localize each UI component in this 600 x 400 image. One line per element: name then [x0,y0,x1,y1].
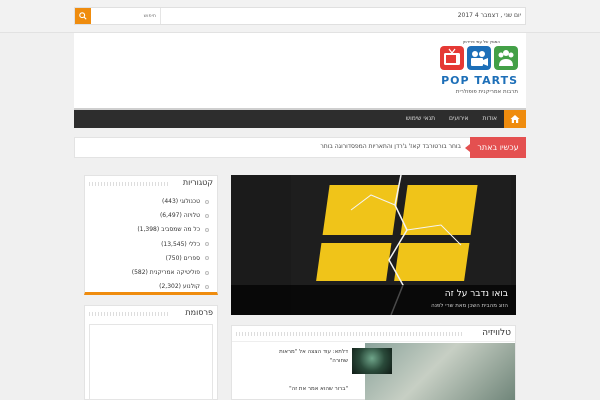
people-icon [494,46,518,70]
list-item[interactable]: ספרים (750) [89,252,209,266]
widget-divider [89,312,169,316]
search-input[interactable] [91,8,161,24]
folder-icon [205,284,209,289]
search-button[interactable] [75,8,91,24]
category-list: טכנולוגי (443) טלויזה (6,497) כל מה שמסב… [89,195,209,294]
ads-widget: פרסומת [84,305,218,400]
nav-item-about[interactable]: אודות [476,110,505,128]
tv-section: טלוויזיה דלתא: עוד הצצה אל "מראות שחורה"… [231,325,516,400]
slider-subtitle: הזוג מהבית השכן מאת שרי לפנה [431,303,508,309]
folder-icon [205,227,209,232]
tv-item-title[interactable]: דלתא: עוד הצצה אל "מראות שחורה" [274,348,348,366]
folder-icon [205,199,209,204]
list-item[interactable]: כל מה שמסביב (1,398) [89,223,209,237]
category-label: טלויזה (6,497) [159,212,200,220]
list-item[interactable]: כללי (13,545) [89,238,209,252]
top-bar: יום שני , דצמבר 4 2017 [0,0,600,33]
breaking-news-label: עכשיו באתר [465,137,526,158]
site-header: המגזין של עמי פרידמן POP TARTS תרבות אמר… [74,33,526,108]
section-divider [236,332,463,336]
category-label: טכנולוגי (443) [161,198,200,205]
folder-icon [205,213,209,218]
list-item[interactable]: טכנולוגי (443) [89,195,209,209]
slider-caption: בואו נדבר על זה הזוג מהבית השכן מאת שרי … [231,285,516,315]
widget-divider [89,182,169,186]
ad-slot[interactable] [89,324,213,400]
date-label: יום שני , דצמבר 4 2017 [457,12,521,19]
category-label: כל מה שמסביב (1,398) [137,226,200,234]
tv-section-title[interactable]: טלוויזיה [478,328,511,338]
tv-item-title-2[interactable]: "ברור שהוא אמר את זה" [252,386,348,392]
home-icon [510,115,520,123]
slider-title[interactable]: בואו נדבר על זה [445,289,508,299]
logo-title: POP TARTS [441,74,518,87]
breaking-news-ticker[interactable]: בוחר בורטורבד קאז' ג'רדן והתאריות המפסדו… [76,143,461,150]
nav-home-button[interactable] [504,110,526,128]
search-icon [79,12,87,20]
folder-icon [205,242,209,247]
logo-tagline: תרבות אמריקנית פופולרית [455,89,518,95]
search-box [75,8,161,24]
tv-section-header: טלוויזיה [232,326,515,342]
nav-item-terms[interactable]: תנאי שימוש [399,110,442,128]
categories-widget-header: קטגוריות [85,176,217,192]
category-label: פוליטיקה אמריקנית (582) [131,269,200,277]
top-bar-inner: יום שני , דצמבר 4 2017 [74,7,526,25]
category-label: קולנוע (2,302) [159,283,200,291]
categories-widget: קטגוריות טכנולוגי (443) טלויזה (6,497) כ… [84,175,218,295]
category-label: ספרים (750) [165,254,200,262]
site-logo[interactable]: המגזין של עמי פרידמן POP TARTS תרבות אמר… [412,39,524,103]
folder-icon [205,256,209,261]
nav-item-events[interactable]: אירועים [442,110,475,128]
breaking-news-bar: עכשיו באתר בוחר בורטורבד קאז' ג'רדן והתא… [74,137,526,158]
category-label: כללי (13,545) [161,240,200,248]
folder-icon [205,270,209,275]
logo-icons [440,46,518,70]
camera-icon [467,46,491,70]
main-nav: אודות אירועים תנאי שימוש [74,108,526,128]
ads-widget-header: פרסומת [85,306,217,322]
tv-icon [440,46,464,70]
list-item[interactable]: טלויזה (6,497) [89,209,209,223]
ads-title: פרסומת [182,308,213,317]
tv-item-thumbnail[interactable] [352,348,392,374]
logo-tagline-top: המגזין של עמי פרידמן [462,39,500,44]
list-item[interactable]: קולנוע (2,302) [89,280,209,294]
categories-title: קטגוריות [179,178,213,187]
list-item[interactable]: פוליטיקה אמריקנית (582) [89,266,209,280]
featured-slider[interactable]: בואו נדבר על זה הזוג מהבית השכן מאת שרי … [231,175,516,315]
